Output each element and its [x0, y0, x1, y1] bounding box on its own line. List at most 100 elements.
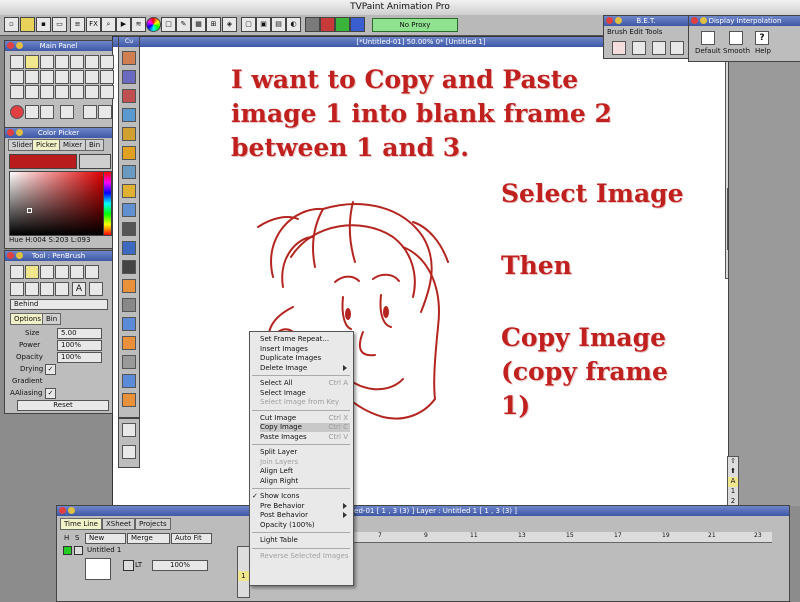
brush-preset-19-icon[interactable] — [122, 393, 136, 407]
main-color-swatch[interactable] — [9, 154, 77, 169]
grid-icon[interactable]: ▦ — [191, 17, 206, 32]
pencil-icon[interactable] — [55, 265, 69, 279]
water-brush-icon[interactable] — [25, 282, 39, 296]
lock-icon[interactable] — [123, 560, 134, 571]
menu-item-pre-behavior[interactable]: Pre Behavior — [260, 502, 350, 511]
tab-picker[interactable]: Picker — [32, 139, 61, 151]
menu-item-set-frame-repeat[interactable]: Set Frame Repeat... — [260, 335, 350, 344]
layer-opacity-field[interactable]: 100% — [152, 560, 208, 571]
brush-preset-10-icon[interactable] — [122, 222, 136, 236]
brush-preset-11-icon[interactable] — [122, 241, 136, 255]
monitor-icon[interactable]: ▣ — [256, 17, 271, 32]
transform-icon[interactable] — [100, 70, 114, 84]
smooth-interp-icon[interactable] — [729, 31, 743, 45]
h-toggle[interactable]: H — [64, 534, 69, 542]
menu-item-duplicate-images[interactable]: Duplicate Images — [260, 354, 350, 363]
opacity-field[interactable]: 100% — [57, 352, 102, 363]
brush-preset-13-icon[interactable] — [122, 279, 136, 293]
layer-visible-toggle[interactable] — [63, 546, 72, 555]
menu-item-post-behavior[interactable]: Post Behavior — [260, 511, 350, 520]
tab-bin[interactable]: Bin — [85, 139, 105, 151]
brush-preset-4-icon[interactable] — [122, 108, 136, 122]
brush-preset-14-icon[interactable] — [122, 298, 136, 312]
tab-options[interactable]: Options — [10, 313, 46, 325]
spline-tool-icon[interactable] — [40, 55, 54, 69]
new-layer-dropdown[interactable]: New — [85, 533, 126, 544]
menu-item-select-image[interactable]: Select Image — [260, 389, 350, 398]
proxy-indicator[interactable]: No Proxy — [372, 18, 458, 32]
brush-preset-15-icon[interactable] — [122, 317, 136, 331]
secondary-color-swatch[interactable] — [79, 154, 111, 169]
filter-icon[interactable]: ≡ — [70, 17, 85, 32]
blur-icon[interactable] — [55, 282, 69, 296]
curve-tool-icon[interactable] — [55, 55, 69, 69]
default-button[interactable]: Default — [695, 47, 721, 55]
brush-preset-12-icon[interactable] — [122, 260, 136, 274]
fx-button[interactable]: FX — [86, 17, 101, 32]
bet-curve-icon[interactable] — [632, 41, 646, 55]
star-icon[interactable] — [122, 423, 136, 437]
auto-fit-dropdown[interactable]: Auto Fit — [171, 533, 212, 544]
tab-projects[interactable]: Projects — [135, 518, 171, 530]
swatch-gray-icon[interactable] — [305, 17, 320, 32]
penbrush-icon[interactable] — [25, 265, 39, 279]
play-icon[interactable]: ▶ — [116, 17, 131, 32]
layers-icon[interactable]: ≋ — [131, 17, 146, 32]
menu-item-copy-image[interactable]: Copy Image Ctrl C — [260, 423, 350, 432]
brush-preset-5-icon[interactable] — [122, 127, 136, 141]
warp-icon[interactable] — [10, 85, 24, 99]
menu-item-split-layer[interactable]: Split Layer — [260, 448, 350, 457]
new-file-icon[interactable]: ▫ — [4, 17, 19, 32]
rectangle-tool-icon[interactable] — [70, 55, 84, 69]
brush-preset-18-icon[interactable] — [122, 374, 136, 388]
power-field[interactable]: 100% — [57, 340, 102, 351]
select-ellipse-icon[interactable] — [25, 70, 39, 84]
smooth-button[interactable]: Smooth — [723, 47, 750, 55]
menu-item-insert-images[interactable]: Insert Images — [260, 345, 350, 354]
brush-preset-1-icon[interactable] — [122, 51, 136, 65]
menu-item-cut-image[interactable]: Cut Image Ctrl X — [260, 414, 350, 423]
default-interp-icon[interactable] — [701, 31, 715, 45]
brush-preset-7-icon[interactable] — [122, 165, 136, 179]
hue-slider[interactable] — [103, 171, 112, 236]
knife-icon[interactable] — [40, 282, 54, 296]
swatch-blue-icon[interactable] — [350, 17, 365, 32]
tab-mixer[interactable]: Mixer — [59, 139, 87, 151]
swatch-green-icon[interactable] — [335, 17, 350, 32]
frame-icon[interactable]: □ — [161, 17, 176, 32]
brush-preset-2-icon[interactable] — [122, 70, 136, 84]
help-icon[interactable]: ? — [755, 31, 769, 45]
brush-preset-3-icon[interactable] — [122, 89, 136, 103]
up-arrow-icon[interactable]: ⇧ — [728, 457, 738, 467]
brush-preset-16-icon[interactable] — [122, 336, 136, 350]
color-wheel-icon[interactable] — [146, 17, 161, 32]
select-rect-icon[interactable] — [10, 70, 24, 84]
text-a-icon[interactable]: A — [72, 282, 86, 296]
brush-tool-icon[interactable] — [100, 55, 114, 69]
light-icon[interactable]: ◐ — [286, 17, 301, 32]
oil-brush-icon[interactable] — [10, 282, 24, 296]
one-button[interactable]: 1 — [728, 487, 738, 497]
reset-button[interactable]: Reset — [17, 400, 109, 411]
freehand-tool-icon[interactable] — [25, 55, 39, 69]
bet-frame-icon[interactable] — [670, 41, 684, 55]
line-tool-icon[interactable] — [10, 55, 24, 69]
color-gradient-square[interactable] — [9, 171, 104, 236]
menu-item-paste-images[interactable]: Paste Images Ctrl V — [260, 433, 350, 442]
marker-icon[interactable] — [85, 265, 99, 279]
cut-icon[interactable] — [25, 105, 39, 119]
aaliasing-checkbox[interactable]: ✓ — [45, 388, 56, 399]
lasso-icon[interactable] — [40, 70, 54, 84]
save-icon[interactable]: ▪ — [36, 17, 51, 32]
pan-icon[interactable] — [70, 85, 84, 99]
brush-preset-9-icon[interactable] — [122, 203, 136, 217]
tab-time-line[interactable]: Time Line — [60, 518, 102, 530]
smudge-icon[interactable] — [55, 85, 69, 99]
bet-grid-icon[interactable] — [612, 41, 626, 55]
size-field[interactable]: 5.00 — [57, 328, 102, 339]
magic-wand-icon[interactable] — [55, 70, 69, 84]
text-tool-icon[interactable] — [25, 85, 39, 99]
eraser-icon[interactable] — [40, 85, 54, 99]
window-icon[interactable]: ▭ — [52, 17, 67, 32]
record-icon[interactable] — [10, 105, 24, 119]
